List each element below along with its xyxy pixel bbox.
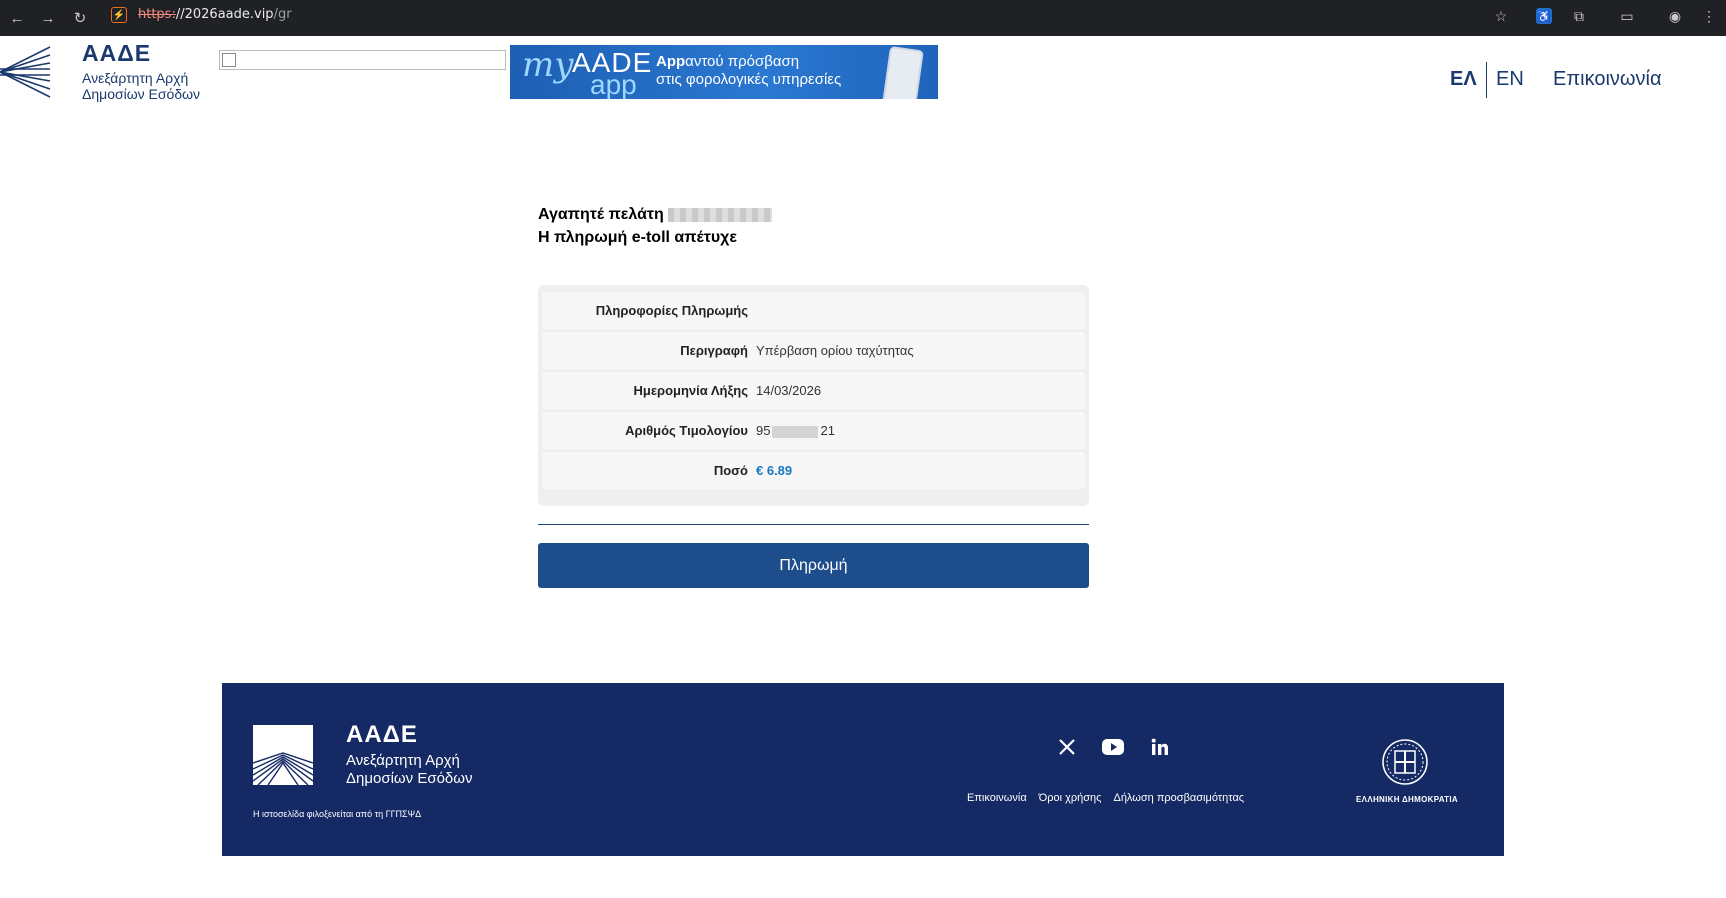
address-bar[interactable]: https://2026aade.vip/gr <box>138 7 292 22</box>
broken-image <box>219 50 506 70</box>
hosting-note: Η ιστοσελίδα φιλοξενείται από τη ΓΓΠΣΨΔ <box>253 809 422 819</box>
logo-sub-line2: Δημοσίων Εσόδων <box>82 86 201 102</box>
linkedin-icon[interactable] <box>1147 734 1173 760</box>
invoice-suffix: 21 <box>820 423 835 438</box>
row-label: Αριθμός Τιμολογίου <box>625 423 748 438</box>
footer-accessibility-link[interactable]: Δήλωση προσβασιμότητας <box>1113 792 1244 804</box>
payment-status: Η πληρωμή e-toll απέτυχε <box>538 229 737 246</box>
lang-divider <box>1486 62 1487 98</box>
row-label: Ημερομηνία Λήξης <box>633 383 748 398</box>
browser-toolbar: ← → ↻ ⚡ https://2026aade.vip/gr ☆ ♿ ⧉ ▭ … <box>0 0 1726 36</box>
forward-icon[interactable]: → <box>37 7 59 29</box>
table-row: Ημερομηνία Λήξης 14/03/2026 <box>542 372 1085 409</box>
footer-aade-logo-icon[interactable] <box>253 725 313 785</box>
profile-icon[interactable]: ◉ <box>1665 6 1685 26</box>
broken-image-icon <box>222 53 236 67</box>
row-label: Ποσό <box>713 463 748 478</box>
myaade-app-banner[interactable]: my AADE app Appαντού πρόσβαση στις φορολ… <box>510 45 938 99</box>
table-row: Περιγραφή Υπέρβαση ορίου ταχύτητας <box>542 332 1085 369</box>
info-header-row: Πληροφορίες Πληρωμής <box>542 292 1085 329</box>
greeting-text: Αγαπητέ πελάτη <box>538 206 664 223</box>
header-logo-title: ΑΑΔΕ <box>82 40 152 66</box>
logo-sub-line1: Ανεξάρτητη Αρχή <box>82 70 189 86</box>
banner-app-text: app <box>590 69 637 99</box>
row-value: 14/03/2026 <box>756 383 822 398</box>
divider <box>538 524 1089 525</box>
aade-logo-icon[interactable] <box>0 45 52 99</box>
footer-sub-line2: Δημοσίων Εσόδων <box>346 770 473 787</box>
redacted-name <box>667 207 772 222</box>
footer-logo-subtitle: Ανεξάρτητη Αρχή Δημοσίων Εσόδων <box>346 752 472 788</box>
invoice-number: 95 21 <box>756 423 835 438</box>
banner-tagline: Appαντού πρόσβαση στις φορολογικές υπηρε… <box>656 53 841 89</box>
back-icon[interactable]: ← <box>6 7 28 29</box>
accessibility-extension-icon[interactable]: ♿ <box>1536 8 1552 24</box>
banner-my-text: my <box>522 45 574 85</box>
republic-label: ΕΛΛΗΝΙΚΗ ΔΗΜΟΚΡΑΤΙΑ <box>1356 795 1458 804</box>
table-row: Ποσό € 6.89 <box>542 452 1085 489</box>
pay-button[interactable]: Πληρωμή <box>538 543 1089 588</box>
banner-line2: στις φορολογικές υπηρεσίες <box>656 71 842 88</box>
footer: ΑΑΔΕ Ανεξάρτητη Αρχή Δημοσίων Εσόδων Η ι… <box>222 683 1504 856</box>
reload-icon[interactable]: ↻ <box>69 7 91 29</box>
contact-link[interactable]: Επικοινωνία <box>1553 68 1662 91</box>
footer-links: Επικοινωνία Όροι χρήσης Δήλωση προσβασιμ… <box>967 792 1244 804</box>
redacted-invoice <box>772 425 819 438</box>
url-host: //2026aade.vip <box>175 7 274 22</box>
url-scheme: https: <box>138 7 176 22</box>
amount-value: € 6.89 <box>756 463 793 478</box>
greek-republic-emblem-icon[interactable] <box>1381 738 1429 786</box>
row-value: Υπέρβαση ορίου ταχύτητας <box>756 343 914 358</box>
row-label: Περιγραφή <box>680 343 748 358</box>
header-logo-subtitle: Ανεξάρτητη Αρχή Δημοσίων Εσόδων <box>82 70 200 102</box>
x-icon[interactable] <box>1054 734 1080 760</box>
banner-line1-rest: αντού πρόσβαση <box>685 53 800 70</box>
youtube-icon[interactable] <box>1100 734 1126 760</box>
table-row: Αριθμός Τιμολογίου 95 21 <box>542 412 1085 449</box>
banner-line1-bold: App <box>656 53 686 70</box>
site-warning-icon[interactable]: ⚡ <box>111 7 127 23</box>
lang-el-link[interactable]: ΕΛ <box>1450 68 1477 91</box>
footer-contact-link[interactable]: Επικοινωνία <box>967 792 1027 804</box>
menu-icon[interactable]: ⋮ <box>1699 6 1719 26</box>
tab-search-icon[interactable]: ▭ <box>1617 6 1637 26</box>
phone-illustration-icon <box>882 45 924 99</box>
greeting: Αγαπητέ πελάτη <box>538 206 772 224</box>
lang-en-link[interactable]: EN <box>1496 68 1524 91</box>
bookmark-star-icon[interactable]: ☆ <box>1491 6 1511 26</box>
info-title: Πληροφορίες Πληρωμής <box>595 303 748 318</box>
extensions-icon[interactable]: ⧉ <box>1569 6 1589 26</box>
invoice-prefix: 95 <box>756 423 771 438</box>
footer-logo-title: ΑΑΔΕ <box>346 721 418 748</box>
footer-sub-line1: Ανεξάρτητη Αρχή <box>346 752 460 769</box>
payment-info-card: Πληροφορίες Πληρωμής Περιγραφή Υπέρβαση … <box>538 285 1089 506</box>
footer-terms-link[interactable]: Όροι χρήσης <box>1039 792 1102 804</box>
url-path: /gr <box>273 7 292 22</box>
